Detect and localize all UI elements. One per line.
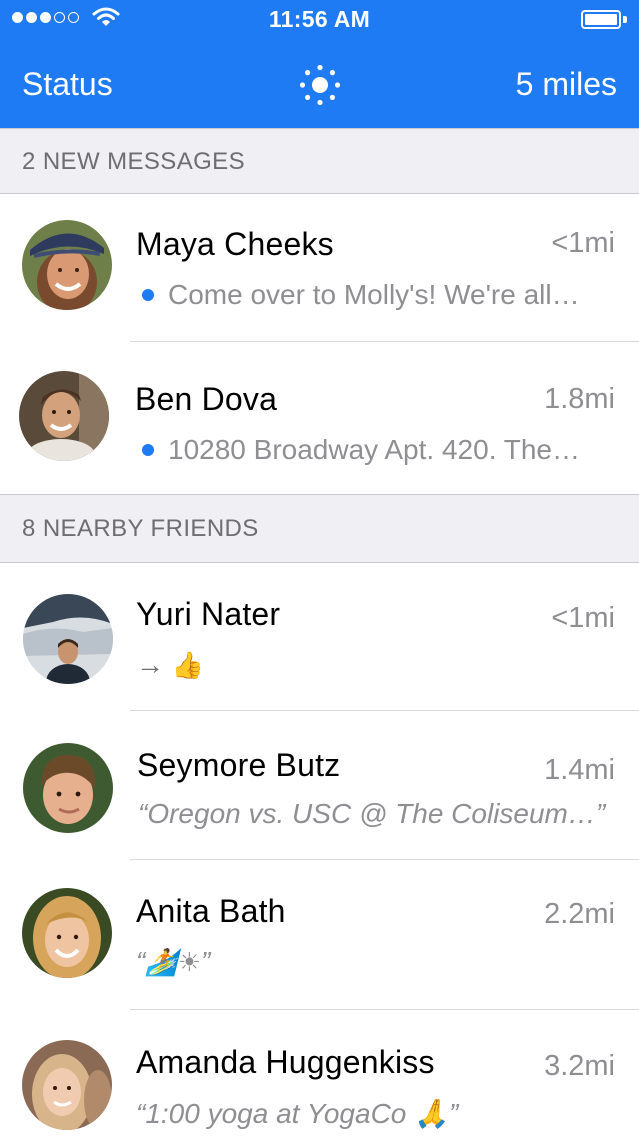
status-button[interactable]: Status	[22, 66, 113, 103]
contact-name: Amanda Huggenkiss	[136, 1044, 435, 1080]
message-preview: 10280 Broadway Apt. 420. The…	[136, 434, 606, 466]
section-header-new-messages: 2 NEW MESSAGES	[0, 128, 639, 194]
divider	[130, 341, 639, 342]
distance-label: 1.8mi	[544, 383, 615, 415]
thumbs-up-icon: 👍	[171, 651, 205, 681]
close-quote: ”	[201, 946, 211, 977]
contact-name: Anita Bath	[136, 893, 286, 929]
avatar	[23, 594, 113, 684]
message-row-ben-dova[interactable]: Ben Dova 1.8mi 10280 Broadway Apt. 420. …	[0, 343, 639, 494]
status-preview: “1:00 yoga at YogaCo 🙏”	[136, 1098, 459, 1129]
unread-dot-icon	[142, 288, 154, 301]
friend-row-anita-bath[interactable]: Anita Bath 2.2mi “🏄☀”	[0, 860, 639, 1010]
contact-name: Ben Dova	[135, 381, 278, 417]
distance-label: 3.2mi	[544, 1050, 615, 1082]
clock: 11:56 AM	[268, 6, 371, 32]
avatar	[22, 1040, 112, 1130]
avatar	[23, 743, 113, 833]
section-label: 8 NEARBY FRIENDS	[22, 515, 259, 542]
distance-label: 2.2mi	[544, 898, 615, 930]
status-preview: “Oregon vs. USC @ The Coliseum…”	[138, 798, 606, 829]
friend-row-yuri-nater[interactable]: Yuri Nater <1mi → 👍	[0, 563, 639, 711]
section-header-nearby-friends: 8 NEARBY FRIENDS	[0, 494, 639, 563]
distance-label: <1mi	[551, 602, 615, 634]
status-preview: → 👍	[136, 649, 606, 681]
status-preview: “🏄☀”	[136, 946, 606, 978]
contact-name: Maya Cheeks	[136, 226, 334, 262]
distance-label: 1.4mi	[544, 754, 615, 786]
header-bar: 11:56 AM Status 5 miles	[0, 0, 639, 128]
status-bar: 11:56 AM	[0, 0, 639, 40]
friend-row-seymore-butz[interactable]: Seymore Butz 1.4mi “Oregon vs. USC @ The…	[0, 711, 639, 860]
friend-row-amanda-huggenkiss[interactable]: Amanda Huggenkiss 3.2mi “1:00 yoga at Yo…	[0, 1010, 639, 1136]
sun-icon[interactable]	[297, 62, 343, 108]
message-preview: Come over to Molly's! We're all…	[136, 279, 606, 311]
avatar	[22, 220, 112, 310]
preview-text: 10280 Broadway Apt. 420. The…	[168, 434, 580, 465]
open-quote: “	[136, 946, 146, 977]
avatar	[22, 888, 112, 978]
app-screen: 11:56 AM Status 5 miles 2 NEW MESSAGES M…	[0, 0, 639, 1136]
arrow-right-icon: →	[136, 649, 164, 680]
preview-text: Come over to Molly's! We're all…	[168, 279, 580, 310]
surf-sun-icon: 🏄☀	[145, 948, 202, 978]
distance-filter-button[interactable]: 5 miles	[516, 66, 617, 103]
unread-dot-icon	[142, 443, 154, 456]
message-row-maya-cheeks[interactable]: Maya Cheeks <1mi Come over to Molly's! W…	[0, 194, 639, 342]
section-label: 2 NEW MESSAGES	[22, 148, 245, 175]
distance-label: <1mi	[551, 227, 615, 259]
avatar	[19, 371, 109, 461]
contact-name: Seymore Butz	[137, 747, 341, 783]
battery-icon	[581, 10, 627, 29]
contact-name: Yuri Nater	[136, 596, 281, 632]
